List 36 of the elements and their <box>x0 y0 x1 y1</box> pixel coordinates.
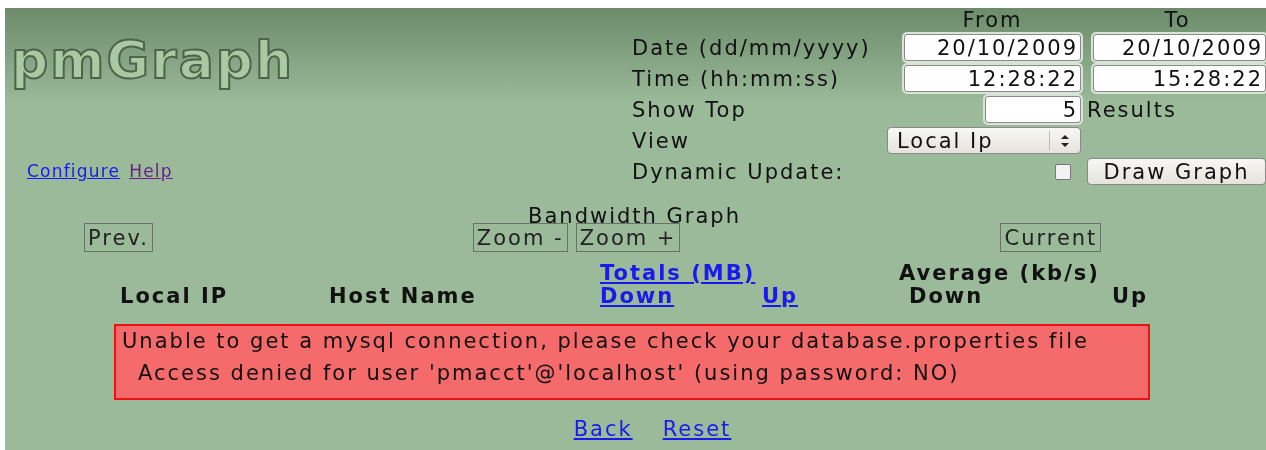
column-heading: To <box>1163 8 1192 32</box>
date-to-field[interactable]: 20/10/2009 <box>1093 34 1266 61</box>
field-label: Time (hh:mm:ss) <box>632 66 842 91</box>
footer-link[interactable]: Reset <box>662 417 732 441</box>
error-message: Unable to get a mysql connection, please check your database.properties file <box>122 329 1090 353</box>
sort-link[interactable]: Up <box>762 285 799 308</box>
zoom-out-button[interactable]: Zoom - <box>472 223 568 252</box>
time-from-field[interactable]: 12:28:22 <box>904 65 1081 92</box>
field-label: Dynamic Update: <box>632 159 846 184</box>
nav-link[interactable]: Configure <box>27 161 121 181</box>
column-header: Average (kb/s) <box>899 262 1100 285</box>
graph-title: Bandwidth Graph <box>528 206 741 226</box>
date-from-field[interactable]: 20/10/2009 <box>904 34 1081 61</box>
column-heading: From <box>961 8 1024 32</box>
top-count-field[interactable]: 5 <box>985 96 1081 123</box>
column-header: Down <box>909 285 985 308</box>
view-select[interactable]: Local Ip <box>887 127 1081 154</box>
current-button[interactable]: Current <box>1000 223 1102 252</box>
sort-link[interactable]: Down <box>600 285 762 308</box>
nav-link[interactable]: Help <box>129 161 173 181</box>
error-message: Access denied for user 'pmacct'@'localhost' (using password: NO) <box>138 361 961 385</box>
field-label: Results <box>1087 97 1178 122</box>
field-label: View <box>632 128 691 153</box>
column-header: Up <box>1112 285 1149 308</box>
field-label: Date (dd/mm/yyyy) <box>632 35 872 60</box>
field-label: Show Top <box>632 97 748 122</box>
draw-graph-button[interactable]: Draw Graph <box>1087 158 1266 185</box>
zoom-in-button[interactable]: Zoom + <box>575 223 681 252</box>
select-arrows-icon <box>1061 134 1069 147</box>
prev-button[interactable]: Prev. <box>84 223 153 252</box>
time-to-field[interactable]: 15:28:22 <box>1093 65 1266 92</box>
totals-link[interactable]: Totals (MB) <box>600 262 756 285</box>
dynamic-update-checkbox[interactable] <box>1055 163 1071 180</box>
column-header: Host Name <box>329 284 478 308</box>
column-header: Local IP <box>120 284 230 308</box>
footer-link[interactable]: Back <box>573 417 633 441</box>
